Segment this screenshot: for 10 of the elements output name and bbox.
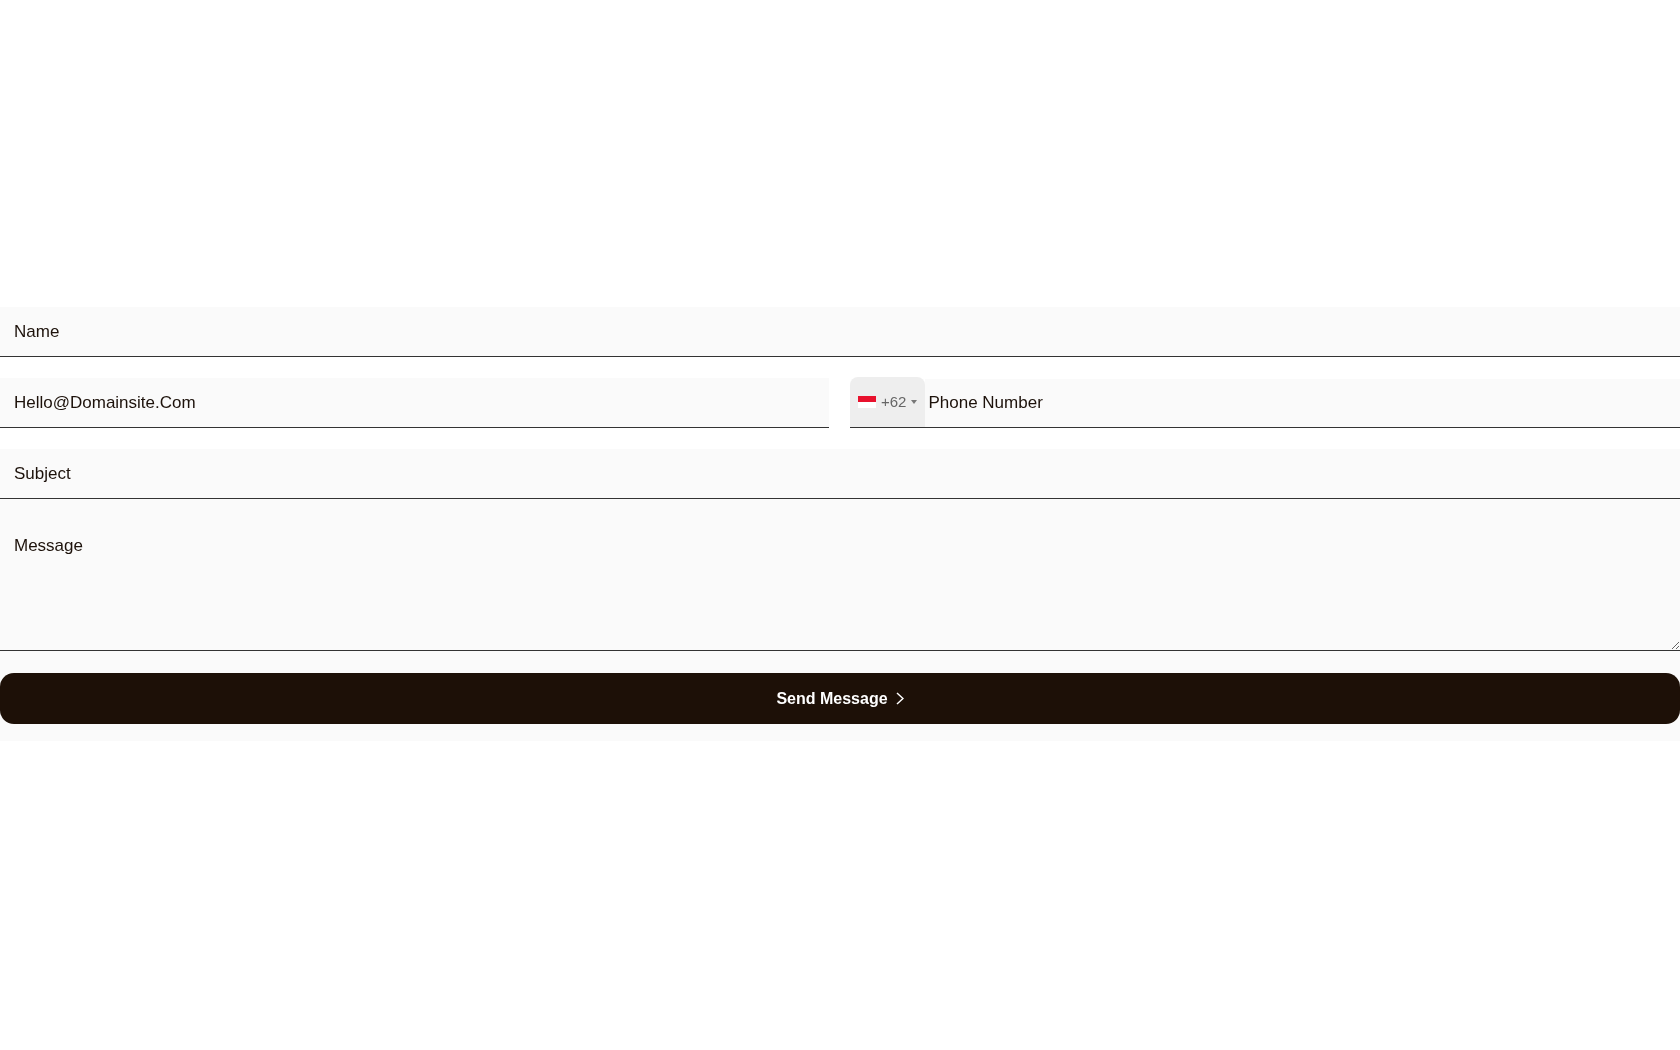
message-field[interactable]: Message (0, 499, 1680, 651)
chevron-right-icon (895, 692, 904, 705)
country-code-selector[interactable]: +62 (850, 377, 926, 427)
caret-icon (911, 400, 918, 404)
subject-field[interactable]: Subject (0, 449, 1680, 499)
send-message-button[interactable]: Send Message (0, 673, 1680, 724)
phone-field[interactable]: Phone Number (925, 378, 1680, 427)
email-field[interactable]: Hello@Domainsite.Com (0, 378, 829, 428)
flag-icon (858, 396, 876, 408)
name-field[interactable]: Name (0, 307, 1680, 357)
